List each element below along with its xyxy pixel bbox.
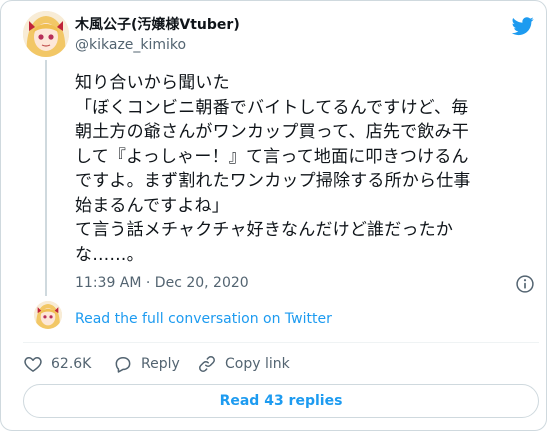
- avatar-illustration-small: [34, 301, 62, 329]
- like-count: 62.6K: [51, 356, 92, 372]
- tweet-timestamp[interactable]: 11:39 AM · Dec 20, 2020: [75, 275, 249, 291]
- reply-button[interactable]: Reply: [113, 353, 180, 375]
- author-handle[interactable]: @kikaze_kimiko: [75, 37, 186, 53]
- reply-label: Reply: [141, 356, 180, 372]
- tweet-body-text: 知り合いから聞いた 「ぼくコンビニ朝番でバイトしてるんですけど、毎 朝土方の爺さ…: [75, 73, 471, 265]
- author-avatar[interactable]: [23, 11, 69, 57]
- conversation-avatar[interactable]: [34, 301, 62, 329]
- actions-divider: [23, 342, 539, 343]
- author-display-name[interactable]: 木風公子(汚嬢様Vtuber): [75, 14, 240, 34]
- avatar-illustration: [23, 11, 69, 57]
- link-icon: [199, 356, 215, 372]
- like-button[interactable]: 62.6K: [23, 353, 91, 375]
- tweet-embed-card: 木風公子(汚嬢様Vtuber) @kikaze_kimiko 知り合いから聞いた…: [0, 0, 547, 431]
- heart-icon: [24, 357, 42, 372]
- read-replies-button[interactable]: Read 43 replies: [23, 384, 539, 418]
- twitter-bird-icon[interactable]: [510, 15, 536, 37]
- copy-link-button[interactable]: Copy link: [197, 353, 290, 375]
- thread-connector-line: [45, 60, 47, 296]
- info-icon[interactable]: [515, 274, 535, 294]
- reply-bubble-icon: [115, 357, 131, 373]
- read-full-conversation-link[interactable]: Read the full conversation on Twitter: [75, 311, 332, 327]
- copy-link-label: Copy link: [225, 356, 290, 372]
